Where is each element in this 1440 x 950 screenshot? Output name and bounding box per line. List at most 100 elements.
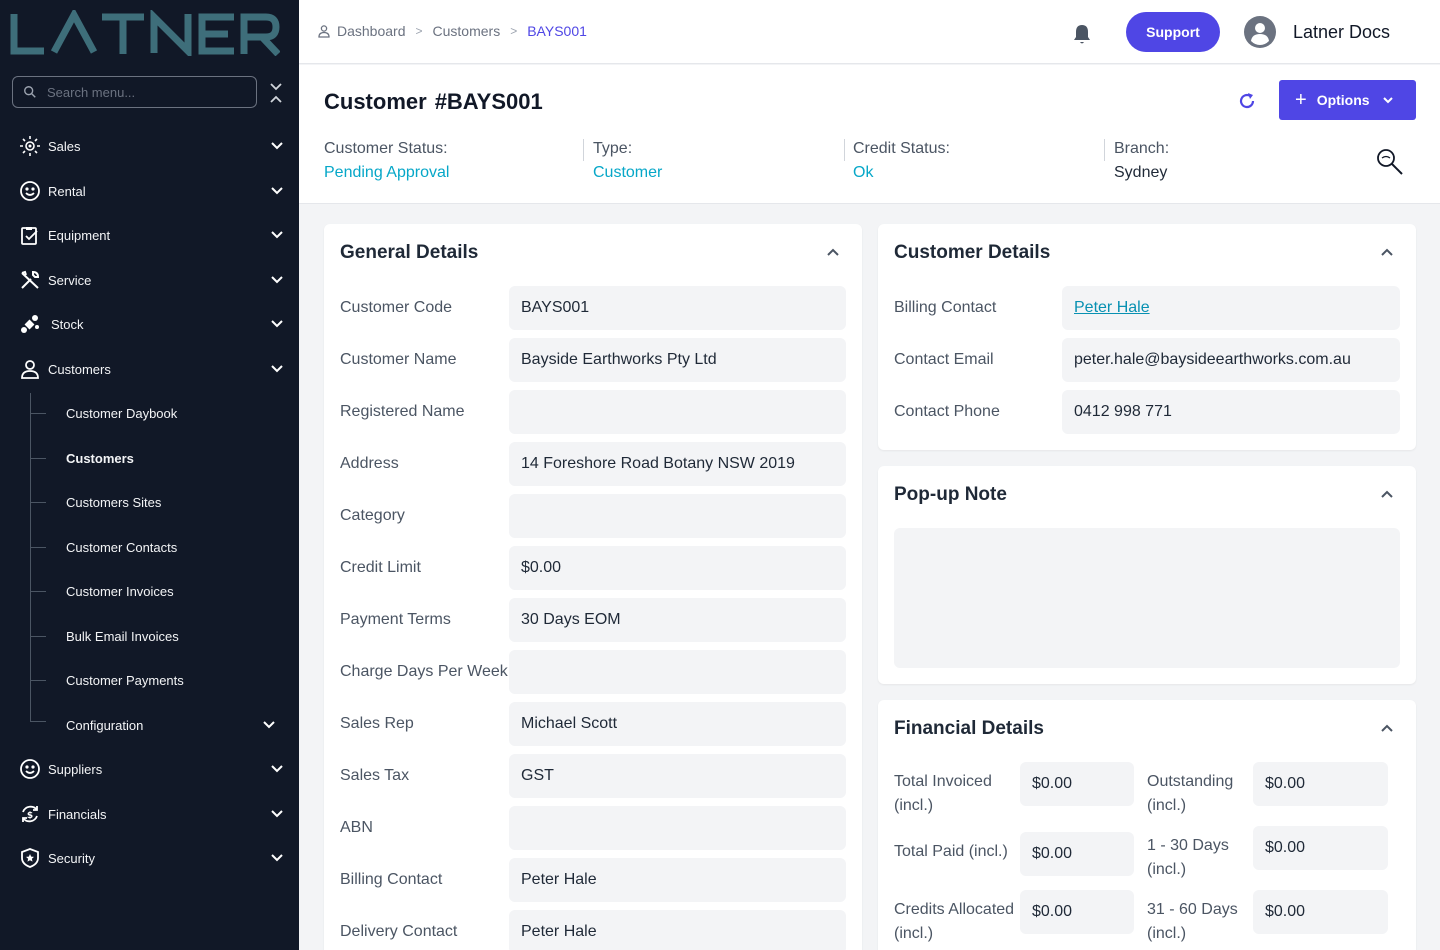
sidebar-subitem-label: Customer Payments — [66, 672, 184, 688]
contact-email-field[interactable]: peter.hale@baysideearthworks.com.au — [1062, 338, 1400, 382]
field-row: Address — [340, 442, 399, 486]
customer-name-field[interactable]: Bayside Earthworks Pty Ltd — [509, 338, 846, 382]
chevron-up-icon[interactable] — [1380, 487, 1394, 501]
field-row: ABN — [340, 806, 373, 850]
sidebar-item-label: Sales — [48, 138, 81, 154]
billing-contact-link[interactable]: Peter Hale — [1074, 299, 1150, 317]
page-title-prefix: Customer — [324, 89, 427, 114]
sidebar-subitem-label: Configuration — [66, 717, 144, 733]
sidebar-item-financials[interactable]: $ Financials — [0, 794, 299, 834]
sidebar-item-rental[interactable]: Rental — [0, 171, 299, 211]
sidebar-subitem-label: Customer Contacts — [66, 539, 178, 555]
field-label: Registered Name — [340, 403, 465, 420]
breadcrumb-customers[interactable]: Customers — [433, 23, 501, 39]
breadcrumb-dashboard[interactable]: Dashboard — [337, 23, 406, 39]
chevron-down-icon — [271, 276, 283, 284]
sidebar-item-customers[interactable]: Customers — [0, 349, 299, 389]
chevron-down-icon — [271, 142, 283, 150]
status-label: Branch: — [1114, 140, 1170, 157]
registered-name-field[interactable] — [509, 390, 846, 434]
sidebar-subitem-customer-daybook[interactable]: Customer Daybook — [0, 393, 299, 433]
chevron-down-icon — [263, 721, 275, 729]
delivery-contact-field[interactable]: Peter Hale — [509, 910, 846, 950]
sidebar-subitem-configuration[interactable]: Configuration — [0, 705, 299, 745]
field-row: Customer Name — [340, 338, 456, 382]
field-label: Contact Email — [894, 351, 994, 368]
fin-label-line: (incl.) — [1147, 797, 1187, 814]
sales-tax-field[interactable]: GST — [509, 754, 846, 798]
menu-search-input[interactable] — [47, 84, 237, 100]
card-title: Customer Details — [894, 242, 1051, 263]
customer-code-field[interactable]: BAYS001 — [509, 286, 846, 330]
fin-label-line: Total Invoiced — [894, 773, 992, 790]
support-button[interactable]: Support — [1126, 12, 1220, 52]
sidebar-subitem-customers[interactable]: Customers — [0, 438, 299, 478]
popup-note-textarea[interactable] — [894, 528, 1400, 668]
chevron-up-icon[interactable] — [1380, 721, 1394, 735]
sidebar-item-suppliers[interactable]: Suppliers — [0, 749, 299, 789]
address-field[interactable]: 14 Foreshore Road Botany NSW 2019 — [509, 442, 846, 486]
fin-label: Outstanding (incl.) — [1147, 770, 1233, 818]
bell-icon[interactable] — [1072, 23, 1092, 45]
category-field[interactable] — [509, 494, 846, 538]
field-row: Registered Name — [340, 390, 465, 434]
sidebar-subitem-customer-payments[interactable]: Customer Payments — [0, 660, 299, 700]
aging-1-30-field[interactable]: $0.00 — [1253, 826, 1388, 870]
chevron-up-icon[interactable] — [826, 245, 840, 259]
collapse-all-icon[interactable] — [268, 82, 284, 104]
avatar[interactable] — [1244, 16, 1276, 48]
credits-allocated-field[interactable]: $0.00 — [1020, 890, 1134, 934]
contact-phone-field[interactable]: 0412 998 771 — [1062, 390, 1400, 434]
field-row: Credit Limit — [340, 546, 421, 590]
card-title: Pop-up Note — [894, 484, 1007, 505]
status-label: Credit Status: — [853, 140, 950, 157]
user-name[interactable]: Latner Docs — [1293, 22, 1390, 43]
sidebar-item-stock[interactable]: Stock — [0, 304, 299, 344]
charge-days-field[interactable] — [509, 650, 846, 694]
sun-icon — [19, 135, 41, 157]
chevron-down-icon — [1382, 97, 1393, 104]
smile-icon — [19, 180, 41, 202]
sidebar-item-label: Equipment — [48, 227, 111, 243]
abn-field[interactable] — [509, 806, 846, 850]
chevron-down-icon — [271, 320, 283, 328]
chevron-up-icon[interactable] — [1380, 245, 1394, 259]
fin-label-line: (incl.) — [894, 925, 934, 942]
fin-label-line: Total Paid (incl.) — [894, 843, 1008, 860]
chevron-down-icon — [271, 810, 283, 818]
sidebar-item-service[interactable]: Service — [0, 260, 299, 300]
magnifier-icon[interactable] — [1375, 147, 1405, 177]
shield-icon — [19, 847, 41, 869]
field-label: Sales Tax — [340, 767, 410, 784]
options-button[interactable]: + Options — [1279, 80, 1416, 120]
field-row: Billing Contact — [894, 286, 996, 330]
field-label: Address — [340, 455, 399, 472]
status-value: Customer — [593, 164, 663, 181]
credit-limit-field[interactable]: $0.00 — [509, 546, 846, 590]
sidebar-subitem-customer-contacts[interactable]: Customer Contacts — [0, 527, 299, 567]
sidebar-subitem-customers-sites[interactable]: Customers Sites — [0, 482, 299, 522]
clipboard-icon — [19, 224, 41, 246]
fin-label-line: 31 - 60 Days — [1147, 901, 1238, 918]
billing-contact-field[interactable]: Peter Hale — [509, 858, 846, 902]
refresh-icon[interactable] — [1237, 91, 1257, 111]
status-branch: Branch: Sydney — [1114, 140, 1169, 182]
chevron-down-icon — [271, 765, 283, 773]
total-paid-field[interactable]: $0.00 — [1020, 832, 1134, 876]
billing-contact-value: Peter Hale — [1062, 286, 1400, 330]
outstanding-field[interactable]: $0.00 — [1253, 762, 1388, 806]
menu-search[interactable] — [12, 76, 257, 108]
field-row: Contact Phone — [894, 390, 1000, 434]
sales-rep-field[interactable]: Michael Scott — [509, 702, 846, 746]
sidebar-subitem-bulk-email-invoices[interactable]: Bulk Email Invoices — [0, 616, 299, 656]
sidebar-subitem-customer-invoices[interactable]: Customer Invoices — [0, 571, 299, 611]
sidebar-item-security[interactable]: Security — [0, 838, 299, 878]
latner-logo[interactable] — [10, 10, 280, 56]
sidebar-item-equipment[interactable]: Equipment — [0, 215, 299, 255]
divider — [583, 139, 584, 161]
total-invoiced-field[interactable]: $0.00 — [1020, 762, 1134, 806]
card-title: General Details — [340, 242, 479, 263]
payment-terms-field[interactable]: 30 Days EOM — [509, 598, 846, 642]
sidebar-item-sales[interactable]: Sales — [0, 126, 299, 166]
aging-31-60-field[interactable]: $0.00 — [1253, 890, 1388, 934]
